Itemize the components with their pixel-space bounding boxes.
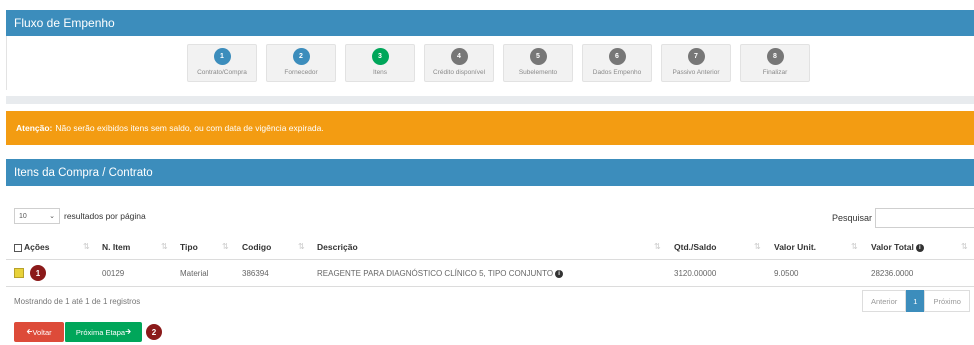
step-2[interactable]: 2 Fornecedor	[266, 44, 336, 82]
back-button[interactable]: 🡰 Voltar	[14, 322, 64, 342]
step-5[interactable]: 5 Subelemento	[503, 44, 573, 82]
search-input[interactable]	[875, 208, 974, 228]
itens-panel-title: Itens da Compra / Contrato	[14, 166, 153, 179]
step-label: Passivo Anterior	[672, 69, 720, 76]
page-length-select[interactable]: 10 ⌄	[14, 208, 60, 224]
itens-panel-header: Itens da Compra / Contrato	[6, 159, 974, 186]
separator-band	[6, 96, 974, 104]
sort-icon[interactable]: ⇅	[654, 242, 661, 251]
step-number: 7	[687, 48, 705, 65]
cell-item: 00129	[102, 269, 125, 278]
cell-qtd: 3120.00000	[674, 269, 717, 278]
search-label: Pesquisar	[832, 213, 873, 223]
step-label: Subelemento	[518, 69, 558, 76]
step-label: Finalizar	[762, 69, 788, 76]
cell-tipo: Material	[180, 269, 209, 278]
step-7[interactable]: 7 Passivo Anterior	[661, 44, 731, 82]
step-number: 6	[608, 48, 626, 65]
step-number: 5	[529, 48, 547, 65]
step-number: 3	[371, 48, 389, 65]
alert-text: Não serão exibidos itens sem saldo, ou c…	[55, 123, 324, 133]
itens-panel-body: 10 ⌄ resultados por página Pesquisar Açõ…	[6, 186, 974, 345]
annotation-badge: 1	[30, 265, 46, 281]
step-6[interactable]: 6 Dados Empenho	[582, 44, 652, 82]
fluxo-panel-title: Fluxo de Empenho	[14, 16, 115, 30]
col-codigo[interactable]: Codigo	[242, 242, 271, 252]
sort-icon[interactable]: ⇅	[161, 242, 168, 251]
sort-icon[interactable]: ⇅	[754, 242, 761, 251]
col-descricao[interactable]: Descrição	[317, 242, 358, 252]
select-all-checkbox[interactable]	[14, 243, 22, 252]
table-row: 1 00129 Material 386394 REAGENTE PARA DI…	[6, 263, 974, 283]
pagination-page[interactable]: 1	[906, 290, 925, 312]
step-4[interactable]: 4 Crédito disponível	[424, 44, 494, 82]
sort-icon[interactable]: ⇅	[961, 242, 968, 251]
page-length-control: 10 ⌄ resultados por página	[14, 208, 146, 224]
alert-label: Atenção:	[16, 123, 53, 133]
pagination-prev[interactable]: Anterior	[862, 290, 907, 312]
step-label: Dados Empenho	[592, 69, 642, 76]
col-tipo[interactable]: Tipo	[180, 242, 198, 252]
step-number: 1	[213, 48, 231, 65]
step-number: 2	[292, 48, 310, 65]
cell-descricao: REAGENTE PARA DIAGNÓSTICO CLÍNICO 5, TIP…	[317, 269, 564, 278]
step-number: 8	[766, 48, 784, 65]
annotation-badge: 2	[146, 324, 162, 340]
cell-unit: 9.0500	[774, 269, 799, 278]
row-select-checkbox[interactable]	[14, 268, 24, 278]
col-total[interactable]: Valor Total i	[871, 242, 924, 252]
chevron-down-icon: ⌄	[49, 213, 55, 220]
step-1[interactable]: 1 Contrato/Compra	[187, 44, 257, 82]
table-info: Mostrando de 1 até 1 de 1 registros	[14, 297, 141, 306]
page-length-label: resultados por página	[64, 211, 146, 221]
sort-icon[interactable]: ⇅	[298, 242, 305, 251]
arrow-right-icon: 🡲	[125, 326, 132, 336]
cell-codigo: 386394	[242, 269, 269, 278]
step-list: 1 Contrato/Compra 2 Fornecedor 3 Itens 4 Crédit…	[187, 44, 810, 82]
col-qtd[interactable]: Qtd./Saldo	[674, 242, 717, 252]
stepper: 1 Contrato/Compra 2 Fornecedor 3 Itens 4 Crédit…	[6, 36, 974, 90]
info-icon[interactable]: i	[555, 270, 564, 278]
table-header: Ações ⇅ N. Item ⇅ Tipo ⇅ Codigo ⇅ Descri…	[6, 240, 974, 256]
step-label: Itens	[372, 69, 388, 76]
step-label: Crédito disponível	[432, 69, 486, 76]
sort-icon[interactable]: ⇅	[851, 242, 858, 251]
col-item[interactable]: N. Item	[102, 242, 130, 252]
step-number: 4	[450, 48, 468, 65]
step-label: Contrato/Compra	[197, 69, 247, 76]
sort-icon[interactable]: ⇅	[83, 242, 90, 251]
col-acoes[interactable]: Ações	[14, 242, 50, 252]
page-length-value: 10	[19, 212, 27, 220]
pagination: Anterior 1 Próximo	[862, 290, 970, 312]
col-unit[interactable]: Valor Unit.	[774, 242, 816, 252]
cell-total: 28236.0000	[871, 269, 914, 278]
step-8[interactable]: 8 Finalizar	[740, 44, 810, 82]
step-3[interactable]: 3 Itens	[345, 44, 415, 82]
row-divider	[6, 286, 974, 287]
pagination-next[interactable]: Próximo	[924, 290, 970, 312]
search-control: Pesquisar	[832, 208, 974, 228]
sort-icon[interactable]: ⇅	[222, 242, 229, 251]
next-step-button[interactable]: Próxima Etapa 🡲	[64, 322, 142, 342]
fluxo-panel-header: Fluxo de Empenho	[6, 10, 974, 36]
step-label: Fornecedor	[284, 69, 318, 76]
header-divider	[6, 259, 974, 260]
info-icon: i	[915, 244, 924, 252]
warning-alert: Atenção: Não serão exibidos itens sem sa…	[6, 111, 974, 145]
